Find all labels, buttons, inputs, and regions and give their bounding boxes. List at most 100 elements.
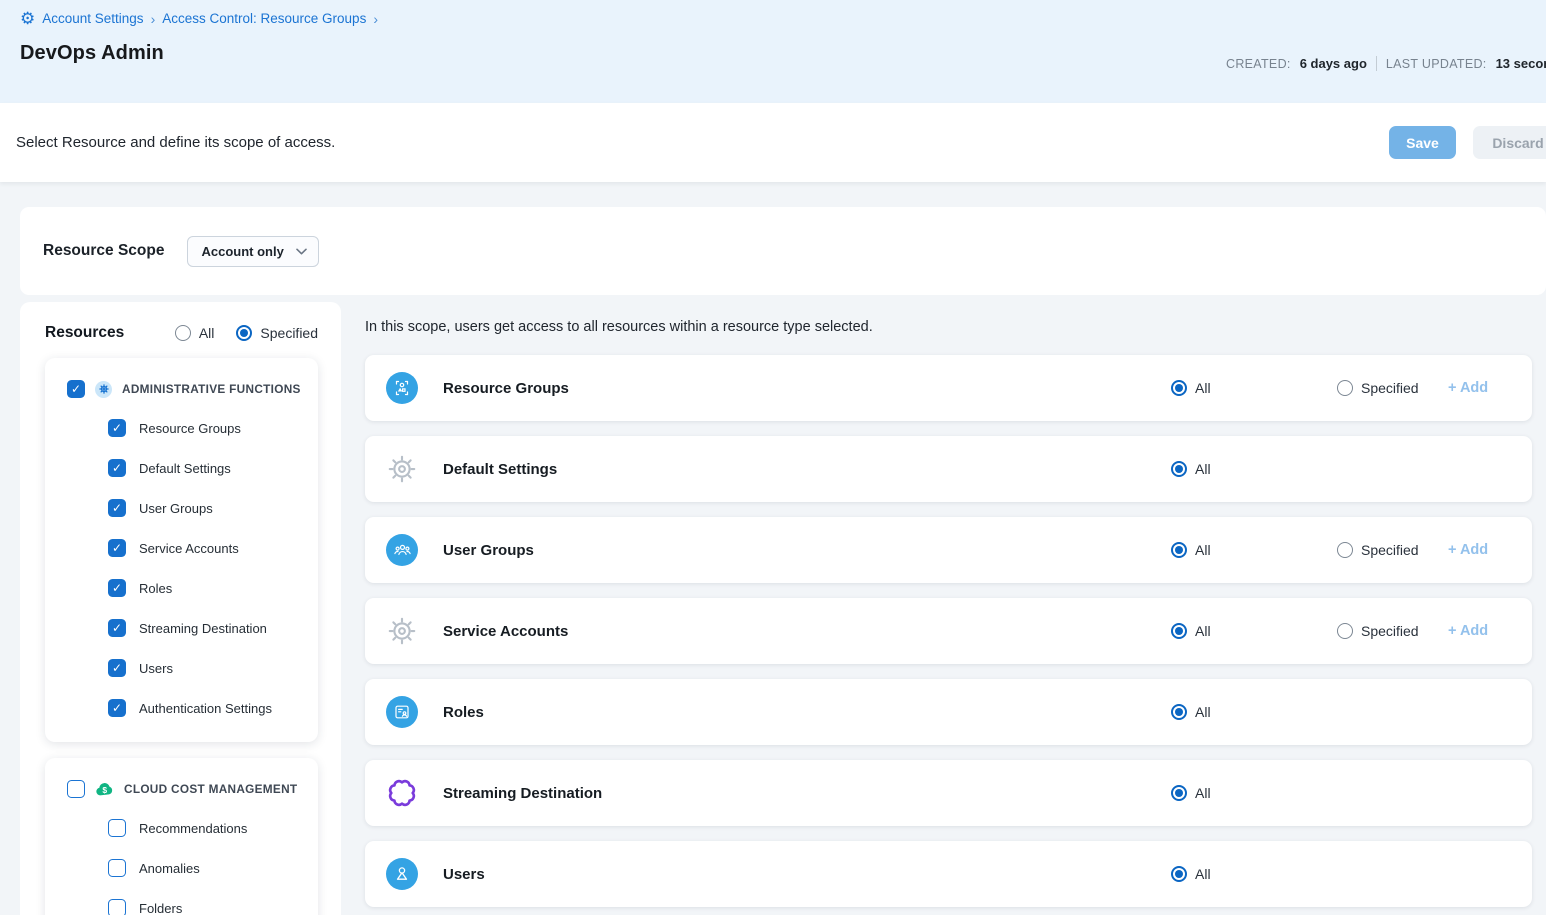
item-checkbox[interactable]: ✓ [108,539,126,557]
gear-icon [387,454,417,484]
row-all-option[interactable]: All [1171,380,1211,396]
app-root: ⚙ Account Settings › Access Control: Res… [0,0,1546,915]
cloud-cost-icon: $ [95,781,114,797]
rows-area: In this scope, users get access to all r… [365,302,1532,915]
row-all-option[interactable]: All [1171,785,1211,801]
resource-scope-card: Resource Scope Account only [20,207,1546,295]
resources-all-option[interactable]: All [175,325,215,341]
created-value: 6 days ago [1300,56,1367,71]
resource-row: Default Settings All [365,436,1532,502]
tree-item[interactable]: ✓ Service Accounts [67,528,308,568]
resource-scope-dropdown[interactable]: Account only [187,236,319,267]
radio-specified[interactable] [236,325,252,341]
radio-all[interactable] [1171,542,1187,558]
group-checkbox[interactable]: ✓ [67,380,85,398]
tree-item-label: Service Accounts [139,541,239,556]
radio-all[interactable] [1171,380,1187,396]
resource-row: User Groups All Specified + Add [365,517,1532,583]
tree-item[interactable]: Folders [67,888,308,915]
tree-item[interactable]: ✓ Resource Groups [67,408,308,448]
user-groups-icon [386,534,418,566]
tree-item[interactable]: ✓ Authentication Settings [67,688,308,728]
resource-row-label: Default Settings [443,461,557,478]
row-all-option[interactable]: All [1171,704,1211,720]
tree-item[interactable]: ✓ User Groups [67,488,308,528]
row-specified-option[interactable]: Specified [1337,623,1419,639]
svg-text:$: $ [102,785,107,795]
top-header: ⚙ Account Settings › Access Control: Res… [0,0,1546,103]
row-all-option[interactable]: All [1171,866,1211,882]
radio-all[interactable] [175,325,191,341]
item-checkbox[interactable] [108,819,126,837]
tree-item-label: Anomalies [139,861,200,876]
item-checkbox[interactable]: ✓ [108,699,126,717]
tree-section-row: ✓ ADMINISTRATIVE FUNCTIONS [67,370,308,408]
resource-row-label: Streaming Destination [443,785,602,802]
resources-panel-header: Resources All Specified [20,324,341,342]
radio-all-label: All [1195,461,1211,477]
tree-item[interactable]: ✓ Default Settings [67,448,308,488]
radio-all[interactable] [1171,623,1187,639]
tree-item-label: Users [139,661,173,676]
chevron-down-icon [296,248,307,255]
resource-row-label: Users [443,866,485,883]
row-specified-option[interactable]: Specified [1337,380,1419,396]
streaming-destination-icon [386,777,418,809]
radio-specified[interactable] [1337,542,1353,558]
tree-item-label: Folders [139,901,182,915]
item-checkbox[interactable]: ✓ [108,459,126,477]
radio-all[interactable] [1171,704,1187,720]
breadcrumb-account-settings[interactable]: Account Settings [42,11,143,26]
resource-group-card: ✓ ADMINISTRATIVE FUNCTIONS ✓ Resource Gr… [45,358,318,742]
tree-item[interactable]: Anomalies [67,848,308,888]
administrative-functions-icon [95,381,112,398]
action-bar: Select Resource and define its scope of … [0,103,1546,182]
radio-all-label: All [1195,704,1211,720]
chevron-right-icon: › [151,11,156,27]
row-all-option[interactable]: All [1171,623,1211,639]
resources-panel: Resources All Specified ✓ [20,302,341,915]
item-checkbox[interactable]: ✓ [108,499,126,517]
tree-section-row: $ CLOUD COST MANAGEMENT [67,770,308,808]
row-all-option[interactable]: All [1171,542,1211,558]
row-all-option[interactable]: All [1171,461,1211,477]
tree-item-label: User Groups [139,501,213,516]
breadcrumb-access-control[interactable]: Access Control: Resource Groups [162,11,366,26]
content-area: Resource Scope Account only Resources Al… [0,182,1546,915]
group-checkbox[interactable] [67,780,85,798]
resource-row-label: Roles [443,704,484,721]
tree-item[interactable]: Recommendations [67,808,308,848]
created-label: CREATED: [1226,57,1291,71]
tree-item[interactable]: ✓ Users [67,648,308,688]
add-button[interactable]: + Add [1448,542,1488,558]
radio-specified[interactable] [1337,623,1353,639]
tree-item[interactable]: ✓ Streaming Destination [67,608,308,648]
item-checkbox[interactable]: ✓ [108,659,126,677]
radio-all-label: All [199,325,215,341]
item-checkbox[interactable] [108,899,126,915]
group-label: CLOUD COST MANAGEMENT [124,782,297,796]
radio-all[interactable] [1171,461,1187,477]
radio-all[interactable] [1171,785,1187,801]
radio-specified-label: Specified [260,325,318,341]
resource-group-card: $ CLOUD COST MANAGEMENT Recommendations … [45,758,318,915]
save-button[interactable]: Save [1389,126,1456,159]
radio-specified[interactable] [1337,380,1353,396]
resource-row: Streaming Destination All [365,760,1532,826]
item-checkbox[interactable]: ✓ [108,419,126,437]
item-checkbox[interactable]: ✓ [108,579,126,597]
discard-button[interactable]: Discard [1473,126,1546,159]
item-checkbox[interactable]: ✓ [108,619,126,637]
resource-row: Service Accounts All Specified + Add [365,598,1532,664]
radio-all[interactable] [1171,866,1187,882]
row-specified-option[interactable]: Specified [1337,542,1419,558]
columns: Resources All Specified ✓ [20,302,1546,915]
resources-scope-radios: All Specified [175,325,318,341]
breadcrumb: ⚙ Account Settings › Access Control: Res… [20,10,1530,27]
resources-specified-option[interactable]: Specified [236,325,318,341]
add-button[interactable]: + Add [1448,623,1488,639]
item-checkbox[interactable] [108,859,126,877]
tree-item[interactable]: ✓ Roles [67,568,308,608]
add-button[interactable]: + Add [1448,380,1488,396]
resource-row: Resource Groups All Specified + Add [365,355,1532,421]
